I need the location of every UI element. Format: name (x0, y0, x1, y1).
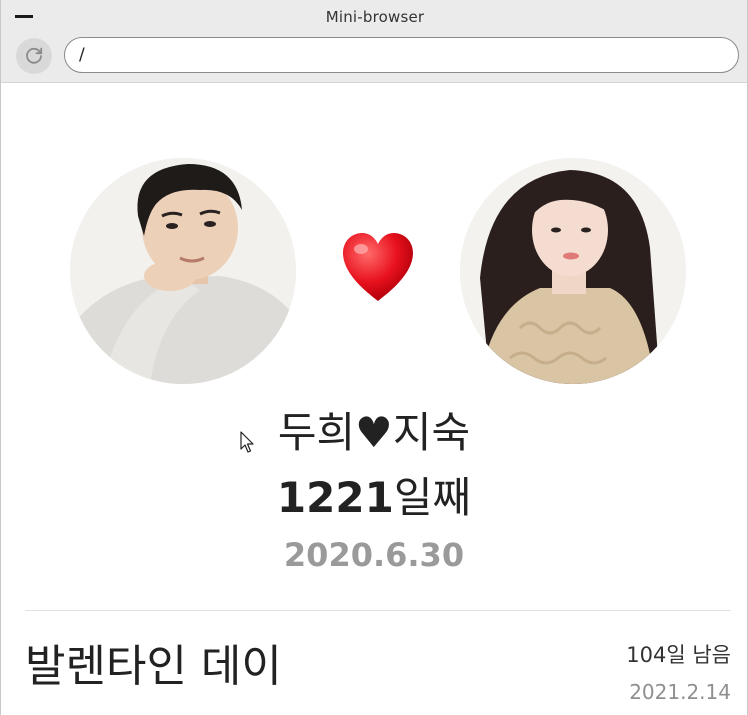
days-suffix: 일째 (393, 473, 472, 522)
mouse-pointer-icon (240, 431, 254, 453)
browser-window: Mini-browser / 두희♥지숙 1221일째 2020.6.30 발렌… (0, 0, 748, 715)
address-bar-input[interactable] (64, 37, 739, 73)
heart-icon (343, 233, 413, 301)
upcoming-event-name: 발렌타인 데이 (25, 641, 282, 692)
title-bar: Mini-browser (1, 0, 747, 34)
days-number: 1221 (276, 473, 394, 522)
window-title: Mini-browser (325, 8, 425, 26)
avatar-left-man (70, 158, 296, 384)
avatar-right-woman (460, 158, 686, 384)
reload-icon (26, 47, 43, 64)
divider (25, 610, 731, 611)
couple-names: 두희♥지숙 (277, 408, 471, 457)
reload-button[interactable] (16, 38, 52, 74)
browser-toolbar (1, 34, 747, 83)
days-together: 1221일째 (1, 469, 747, 527)
page-content: 두희♥지숙 1221일째 2020.6.30 발렌타인 데이 104일 남음 2… (1, 83, 747, 715)
upcoming-event-days-left: 104일 남음 (626, 643, 731, 667)
upcoming-event-date: 2021.2.14 (629, 680, 731, 704)
anniversary-start-date: 2020.6.30 (283, 536, 465, 574)
